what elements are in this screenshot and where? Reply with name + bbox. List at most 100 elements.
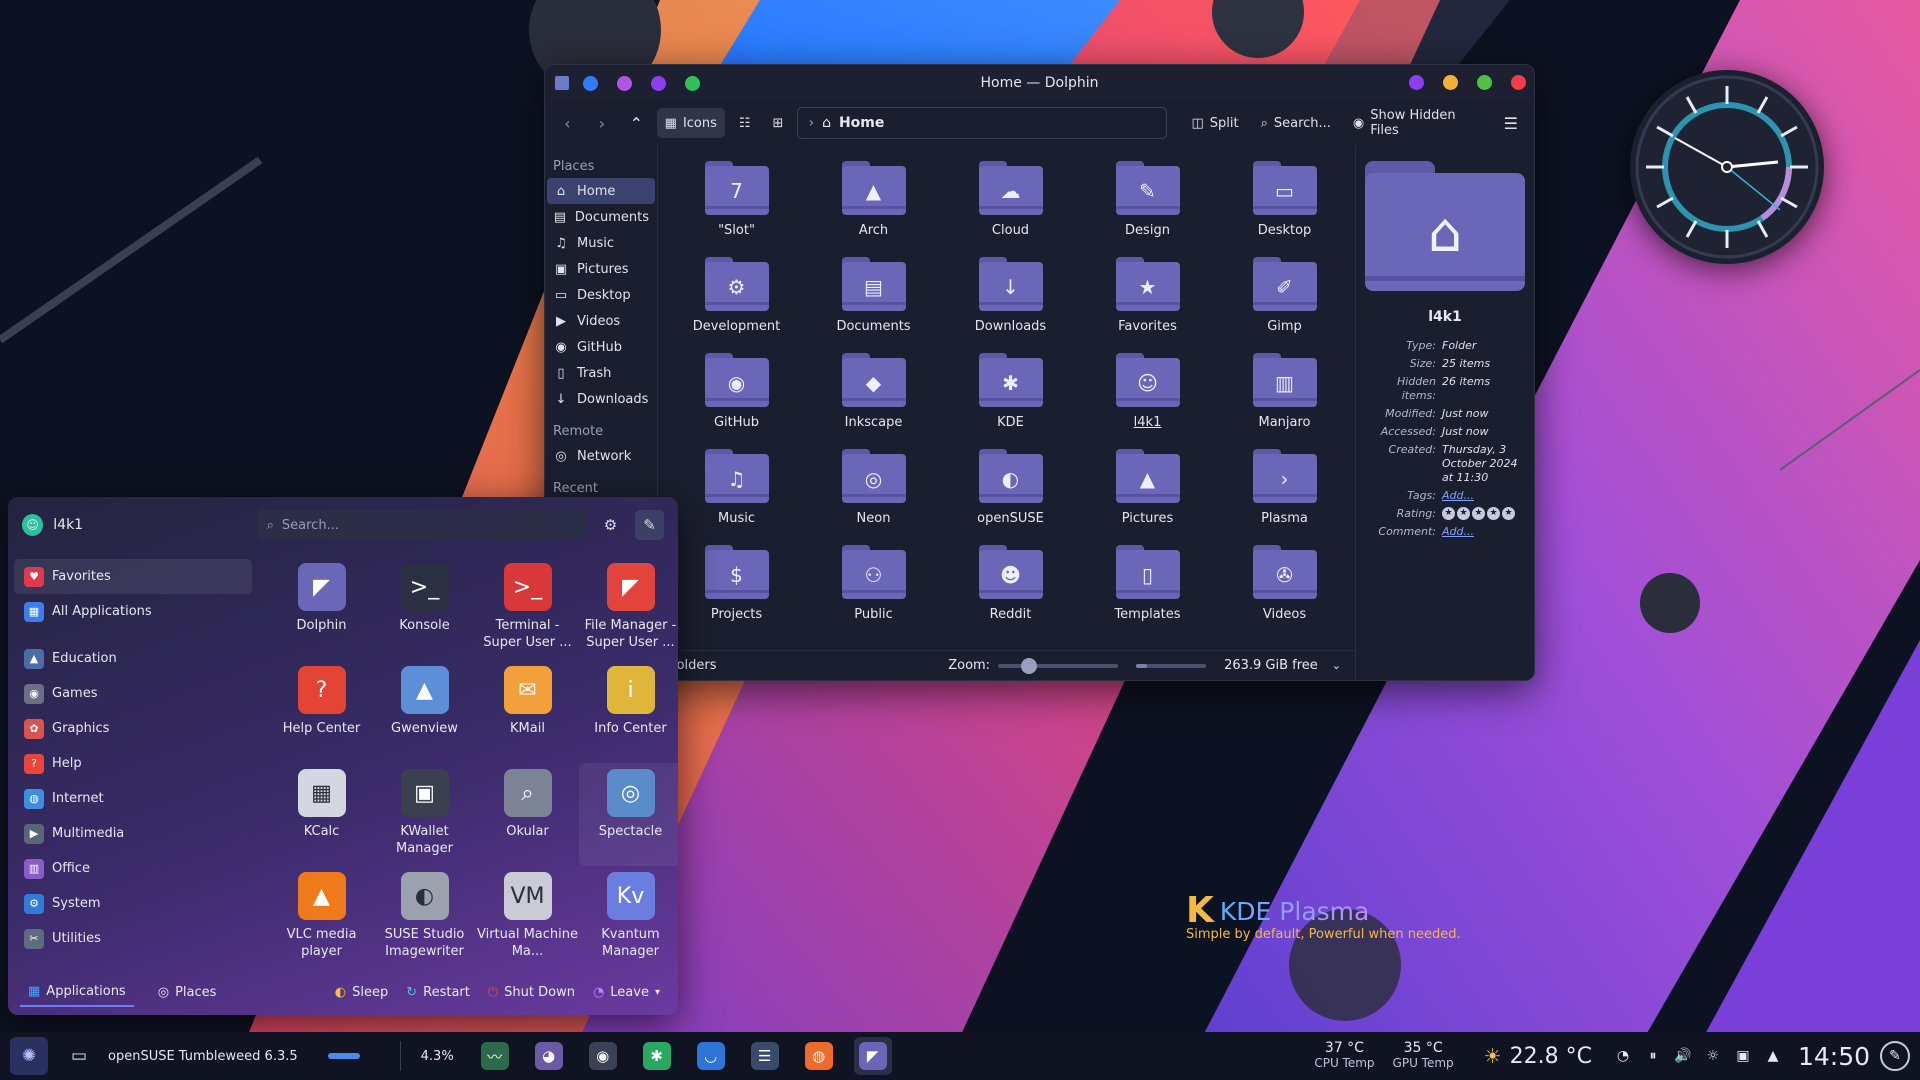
- category-multimedia[interactable]: ▶ Multimedia: [14, 816, 252, 851]
- launcher-search-input[interactable]: ⌕ Search...: [256, 510, 586, 540]
- maximize-button[interactable]: [1477, 75, 1492, 90]
- star-icon[interactable]: ★: [1487, 507, 1500, 520]
- sidebar-item-videos[interactable]: ▶ Videos: [547, 308, 655, 334]
- sidebar-item-github[interactable]: ◉ GitHub: [547, 334, 655, 360]
- file-view[interactable]: 7 "Slot" ▲ Arch ☁ Cloud ✎ Design ▭ Desktop ⚙ Develo…: [658, 145, 1355, 680]
- rating-stars[interactable]: ★ ★ ★ ★ ★: [1442, 507, 1515, 521]
- search-button[interactable]: ⌕ Search...: [1253, 108, 1339, 138]
- weather-icon[interactable]: ☀: [1484, 1044, 1502, 1068]
- back-button[interactable]: ‹: [553, 108, 582, 138]
- cpu-usage[interactable]: 4.3%: [421, 1049, 454, 1064]
- details-view-button[interactable]: ☷: [731, 108, 759, 138]
- display-config-icon[interactable]: ▣: [1728, 1041, 1758, 1071]
- category-help[interactable]: ? Help: [14, 746, 252, 781]
- folder-item[interactable]: ◉ GitHub: [668, 353, 805, 449]
- folder-item[interactable]: ✎ Design: [1079, 161, 1216, 257]
- close-button[interactable]: [1511, 75, 1526, 90]
- folder-item[interactable]: ◐ openSUSE: [942, 449, 1079, 545]
- app-kmail[interactable]: ✉ KMail: [476, 660, 579, 763]
- zoom-slider-handle[interactable]: [1020, 657, 1037, 674]
- folder-item[interactable]: $ Projects: [668, 545, 805, 641]
- hamburger-menu-button[interactable]: ☰: [1496, 108, 1526, 138]
- category-office[interactable]: ▥ Office: [14, 851, 252, 886]
- folder-item[interactable]: ✇ Videos: [1216, 545, 1353, 641]
- volume-icon[interactable]: 🔊: [1668, 1041, 1698, 1071]
- pin-launcher-button[interactable]: ✎: [635, 510, 664, 540]
- star-icon[interactable]: ★: [1457, 507, 1470, 520]
- leave-button[interactable]: ◔ Leave ▾: [587, 985, 666, 1000]
- folder-item[interactable]: ✱ KDE: [942, 353, 1079, 449]
- taskbar-dolphin-taskbar[interactable]: ◤: [853, 1037, 892, 1075]
- folder-item[interactable]: ☺ l4k1: [1079, 353, 1216, 449]
- shutdown-button[interactable]: ⏻ Shut Down: [482, 985, 581, 1000]
- app-okular[interactable]: ⌕ Okular: [476, 763, 579, 866]
- app-help-center[interactable]: ? Help Center: [270, 660, 373, 763]
- folder-item[interactable]: ↓ Downloads: [942, 257, 1079, 353]
- location-bar[interactable]: › ⌂ Home: [797, 107, 1168, 139]
- category-education[interactable]: ▲ Education: [14, 641, 252, 676]
- sidebar-item-home[interactable]: ⌂ Home: [547, 178, 655, 204]
- category-all-applications[interactable]: ▦ All Applications: [14, 594, 252, 629]
- folder-item[interactable]: ✐ Gimp: [1216, 257, 1353, 353]
- keep-above-button[interactable]: [1409, 75, 1424, 90]
- add-tags-link[interactable]: Add...: [1442, 489, 1528, 503]
- compact-view-button[interactable]: ⊞: [765, 108, 792, 138]
- brightness-icon[interactable]: ☼: [1698, 1041, 1728, 1071]
- title-dot-magenta-icon[interactable]: [617, 75, 632, 91]
- folder-item[interactable]: ⚙ Development: [668, 257, 805, 353]
- icons-view-button[interactable]: ▦ Icons: [656, 108, 725, 138]
- sidebar-item-desktop[interactable]: ▭ Desktop: [547, 282, 655, 308]
- battery-gauge-icon[interactable]: ◔: [1608, 1041, 1638, 1071]
- taskbar-steam[interactable]: ◉: [584, 1037, 622, 1075]
- taskbar-pidgin[interactable]: ◕: [530, 1037, 568, 1075]
- folder-item[interactable]: ◆ Inkscape: [805, 353, 942, 449]
- zoom-slider[interactable]: [998, 657, 1119, 674]
- sidebar-item-music[interactable]: ♫ Music: [547, 230, 655, 256]
- applications-tab[interactable]: ▦ Applications: [20, 977, 134, 1007]
- app-suse-studio-imagewriter[interactable]: ◐ SUSE Studio Imagewriter: [373, 866, 476, 969]
- app-spectacle[interactable]: ◎ Spectacle: [579, 763, 678, 866]
- sleep-button[interactable]: ◐ Sleep: [329, 985, 394, 1000]
- gpu-temp-sensor[interactable]: 35 °C GPU Temp: [1393, 1041, 1454, 1071]
- folder-item[interactable]: ⚇ Public: [805, 545, 942, 641]
- taskbar-mastodon[interactable]: ✱: [638, 1037, 676, 1075]
- app-terminal-super-user[interactable]: >_ Terminal - Super User ...: [476, 557, 579, 660]
- digital-clock[interactable]: 14:50: [1798, 1042, 1870, 1071]
- avatar[interactable]: ☺: [22, 514, 44, 536]
- category-utilities[interactable]: ✂ Utilities: [14, 921, 252, 956]
- analog-clock-widget[interactable]: [1630, 70, 1824, 264]
- folder-item[interactable]: ▯ Templates: [1079, 545, 1216, 641]
- peek-desktop-icon[interactable]: ✎: [1880, 1041, 1910, 1071]
- app-kcalc[interactable]: ▦ KCalc: [270, 763, 373, 866]
- show-desktop-button[interactable]: ▭: [60, 1037, 98, 1075]
- sidebar-item-pictures[interactable]: ▣ Pictures: [547, 256, 655, 282]
- folder-item[interactable]: › Plasma: [1216, 449, 1353, 545]
- folder-item[interactable]: ▤ Documents: [805, 257, 942, 353]
- folder-item[interactable]: ◎ Neon: [805, 449, 942, 545]
- star-icon[interactable]: ★: [1472, 507, 1485, 520]
- app-info-center[interactable]: i Info Center: [579, 660, 678, 763]
- tray-expand-icon[interactable]: ▲: [1758, 1041, 1788, 1071]
- sidebar-item-documents[interactable]: ▤ Documents: [547, 204, 655, 230]
- folder-item[interactable]: ☻ Reddit: [942, 545, 1079, 641]
- category-system[interactable]: ⚙ System: [14, 886, 252, 921]
- launcher-settings-button[interactable]: ⚙: [596, 510, 625, 540]
- weather-temperature[interactable]: 22.8 °C: [1510, 1044, 1592, 1069]
- category-internet[interactable]: ◍ Internet: [14, 781, 252, 816]
- folder-item[interactable]: ▲ Arch: [805, 161, 942, 257]
- app-kvantum-manager[interactable]: Kv Kvantum Manager: [579, 866, 678, 969]
- breadcrumb-home[interactable]: Home: [839, 115, 884, 131]
- show-hidden-files-button[interactable]: ◉ Show Hidden Files: [1345, 108, 1490, 138]
- category-graphics[interactable]: ✿ Graphics: [14, 711, 252, 746]
- split-button[interactable]: ◫ Split: [1183, 108, 1246, 138]
- app-kwallet-manager[interactable]: ▣ KWallet Manager: [373, 763, 476, 866]
- forward-button[interactable]: ›: [588, 108, 617, 138]
- dolphin-app-icon[interactable]: [555, 76, 569, 90]
- chevron-down-icon[interactable]: ⌄: [1332, 659, 1341, 672]
- task-title[interactable]: openSUSE Tumbleweed 6.3.5: [108, 1049, 298, 1064]
- app-konsole[interactable]: >_ Konsole: [373, 557, 476, 660]
- places-tab[interactable]: ◎ Places: [150, 977, 225, 1007]
- media-pause-icon[interactable]: ⏸: [1638, 1041, 1668, 1071]
- folder-item[interactable]: ☁ Cloud: [942, 161, 1079, 257]
- app-gwenview[interactable]: ▲ Gwenview: [373, 660, 476, 763]
